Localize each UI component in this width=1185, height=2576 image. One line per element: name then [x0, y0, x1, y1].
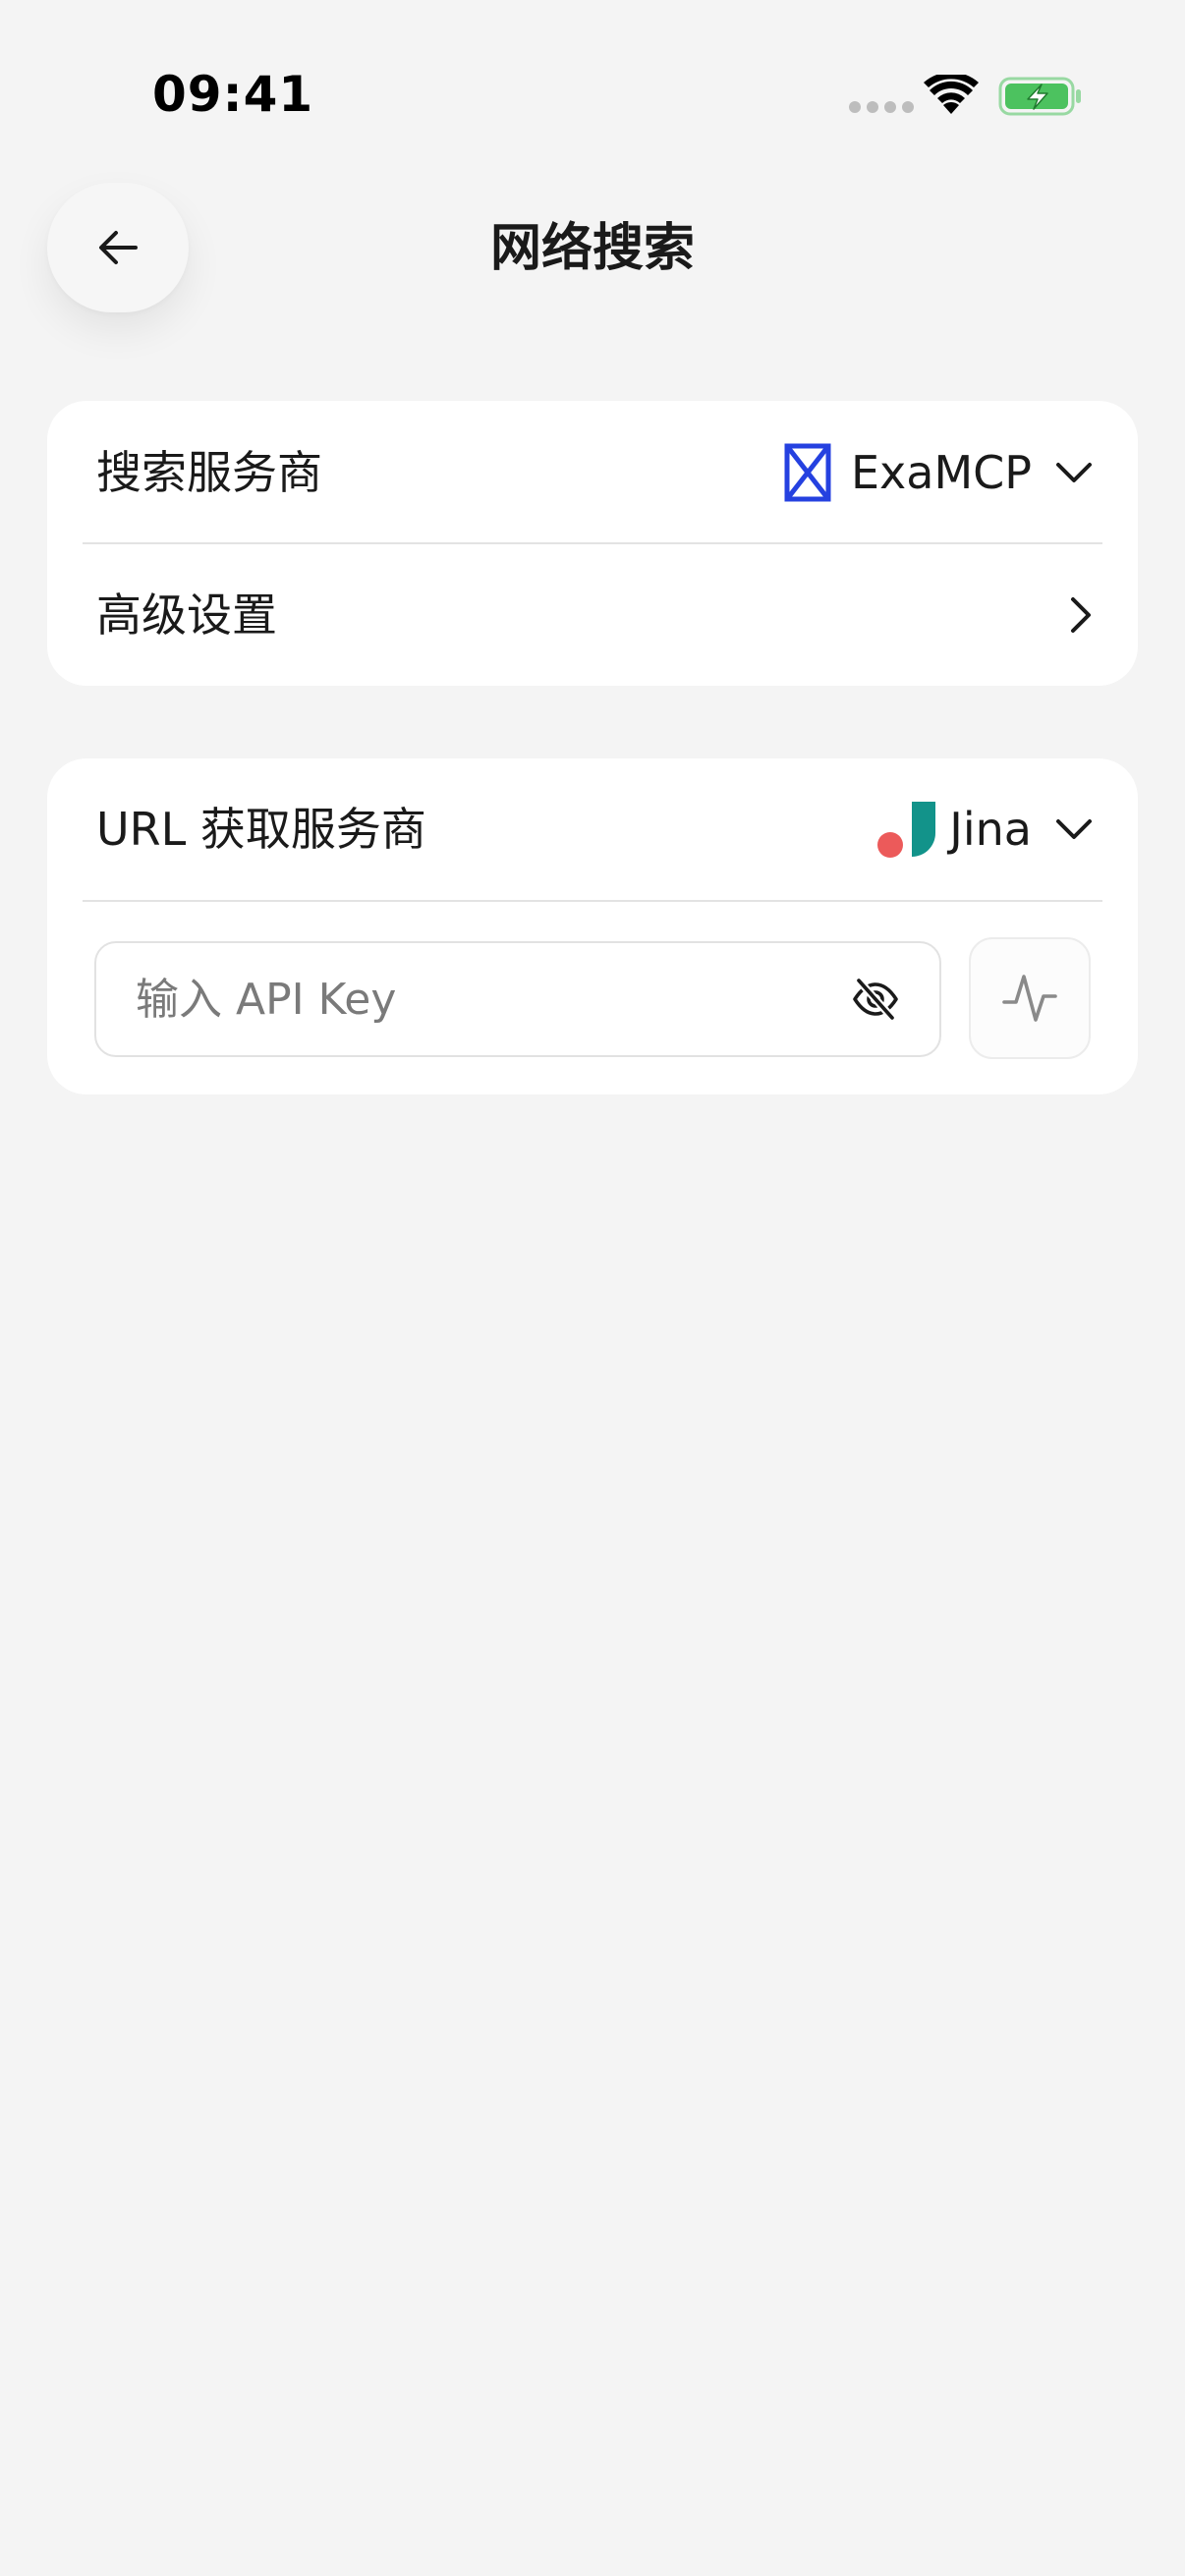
battery-charging-icon — [998, 77, 1081, 116]
advanced-settings-row[interactable]: 高级设置 — [47, 544, 1138, 686]
test-connection-button[interactable] — [969, 937, 1091, 1059]
chevron-down-icon — [1056, 819, 1092, 839]
eye-off-icon[interactable] — [851, 975, 900, 1024]
search-provider-row[interactable]: 搜索服务商 ExaMCP — [47, 401, 1138, 544]
chevron-down-icon — [1056, 463, 1092, 482]
chevron-right-icon — [1071, 597, 1091, 633]
activity-pulse-icon — [1002, 975, 1057, 1022]
search-provider-label: 搜索服务商 — [96, 446, 322, 499]
url-provider-label: URL 获取服务商 — [96, 803, 426, 856]
jina-logo-icon — [877, 802, 936, 858]
page-title: 网络搜索 — [489, 219, 695, 278]
api-key-input[interactable] — [134, 973, 851, 1026]
exa-logo-icon — [784, 443, 831, 502]
wifi-icon — [924, 75, 979, 114]
url-provider-name: Jina — [949, 803, 1032, 856]
api-key-field[interactable] — [94, 941, 941, 1057]
search-provider-name: ExaMCP — [850, 446, 1032, 499]
advanced-settings-label: 高级设置 — [96, 588, 277, 642]
cellular-signal-icon — [849, 101, 914, 113]
search-settings-card: 搜索服务商 ExaMCP 高级设置 — [47, 401, 1138, 686]
row-divider — [83, 900, 1102, 902]
url-provider-row[interactable]: URL 获取服务商 Jina — [47, 758, 1138, 900]
url-provider-selector[interactable]: Jina — [876, 800, 1095, 859]
url-fetch-settings-card: URL 获取服务商 Jina — [47, 758, 1138, 1094]
status-time: 09:41 — [152, 66, 314, 123]
search-provider-selector[interactable]: ExaMCP — [784, 443, 1095, 502]
